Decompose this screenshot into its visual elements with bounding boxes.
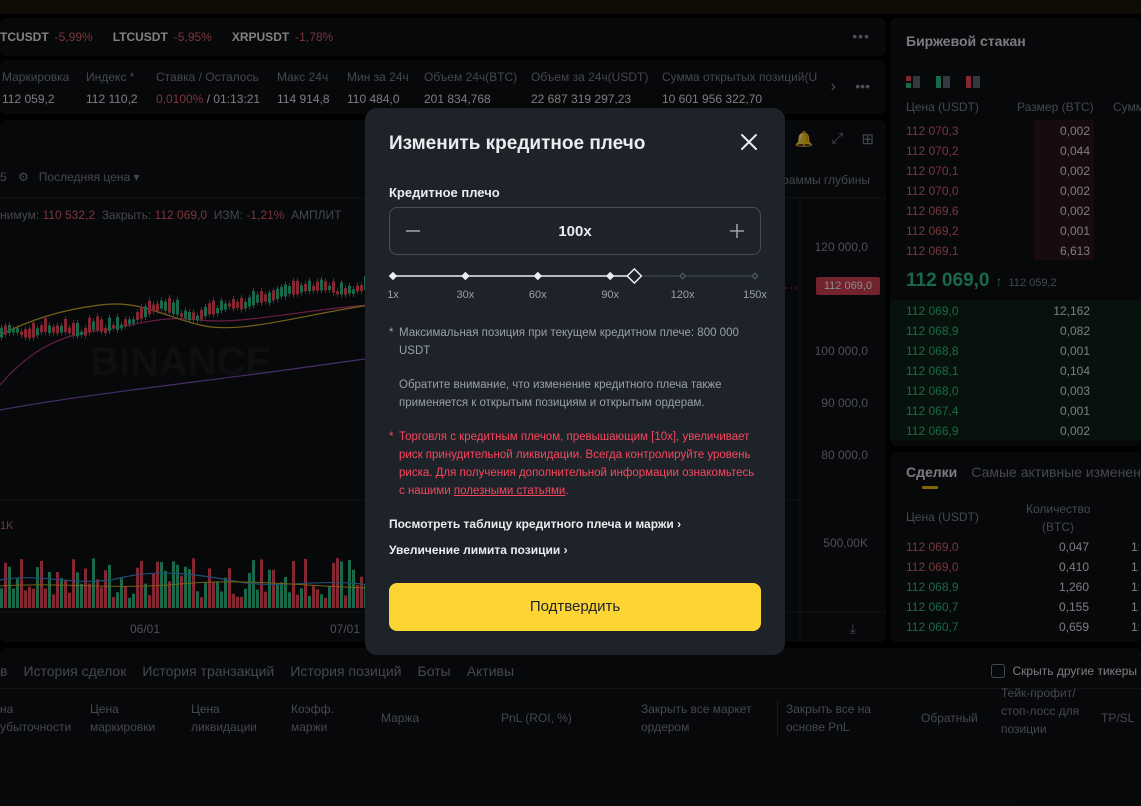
slider-tick-mark[interactable] — [389, 271, 398, 281]
plus-icon[interactable] — [726, 220, 748, 242]
chevron-right-icon: › — [563, 543, 568, 557]
leverage-table-link[interactable]: Посмотреть таблицу кредитного плеча и ма… — [389, 517, 681, 531]
slider-tick-mark[interactable] — [605, 271, 615, 281]
slider-tick-mark[interactable] — [751, 272, 759, 280]
position-limit-link[interactable]: Увеличение лимита позиции › — [389, 543, 568, 557]
slider-tick-label: 120x — [670, 289, 695, 301]
risk-warning: * Торговля с кредитным плечом, превышающи… — [389, 431, 755, 497]
slider-tick-mark[interactable] — [533, 271, 543, 281]
leverage-slider[interactable] — [389, 268, 759, 288]
slider-tick-mark[interactable] — [679, 272, 687, 280]
leverage-input[interactable]: 100x — [390, 223, 760, 240]
max-position-note: * Максимальная позиция при текущем кредит… — [389, 327, 739, 357]
slider-tick-label: 90x — [601, 289, 620, 301]
confirm-button[interactable]: Подтвердить — [389, 583, 761, 631]
slider-tick-label: 1x — [387, 289, 399, 301]
leverage-label: Кредитное плечо — [389, 185, 500, 200]
slider-tick-label: 30x — [456, 289, 475, 301]
leverage-stepper[interactable]: 100x — [389, 207, 761, 255]
leverage-change-note: Обратите внимание, что изменение кредитн… — [399, 379, 722, 409]
leverage-modal: Изменить кредитное плечо Кредитное плечо… — [365, 108, 785, 655]
useful-articles-link[interactable]: полезными статьями — [454, 485, 566, 497]
chevron-right-icon: › — [677, 517, 682, 531]
slider-tick-label: 150x — [743, 289, 767, 301]
close-icon[interactable] — [737, 130, 761, 154]
modal-title: Изменить кредитное плечо — [389, 133, 646, 154]
slider-tick-label: 60x — [528, 289, 547, 301]
slider-handle[interactable] — [626, 268, 643, 285]
slider-tick-mark[interactable] — [461, 271, 470, 281]
